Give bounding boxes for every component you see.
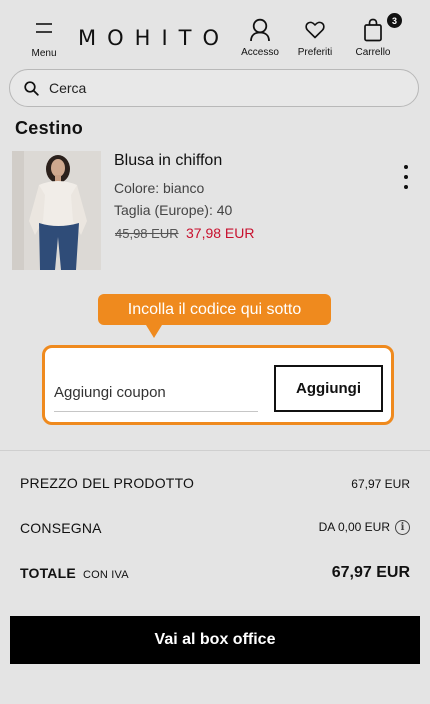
product-name[interactable]: Blusa in chiffon bbox=[114, 152, 222, 170]
apply-coupon-button[interactable]: Aggiungi bbox=[274, 365, 383, 412]
info-icon[interactable]: i bbox=[395, 520, 410, 536]
total-value: 67,97 EUR bbox=[331, 564, 410, 581]
more-vertical-icon[interactable] bbox=[398, 165, 414, 189]
user-icon bbox=[250, 18, 270, 42]
checkout-button[interactable]: Vai al box office bbox=[10, 616, 420, 664]
bag-icon bbox=[364, 18, 382, 42]
login-button[interactable]: Accesso bbox=[238, 18, 282, 58]
product-image[interactable] bbox=[12, 151, 101, 270]
product-price-value: 67,97 EUR bbox=[351, 477, 410, 491]
menu-label: Menu bbox=[31, 48, 57, 59]
total-vat-note: CON IVA bbox=[83, 569, 129, 581]
total-label: TOTALE bbox=[20, 565, 76, 581]
product-color: Colore: bianco bbox=[114, 180, 205, 196]
product-price-label: PREZZO DEL PRODOTTO bbox=[20, 475, 195, 491]
cart-label: Carrello bbox=[355, 47, 391, 58]
delivery-value: DA 0,00 EUR bbox=[318, 520, 390, 534]
search-icon bbox=[24, 80, 39, 96]
cart-count-badge: 3 bbox=[387, 13, 402, 28]
page-title: Cestino bbox=[15, 118, 84, 138]
delivery-label: CONSEGNA bbox=[20, 520, 102, 536]
heart-icon bbox=[305, 21, 325, 39]
menu-button[interactable]: Menu bbox=[30, 22, 58, 59]
total-label-group: TOTALE CON IVA bbox=[20, 565, 129, 581]
coupon-form: Aggiungi bbox=[42, 345, 394, 425]
product-photo bbox=[12, 151, 101, 270]
search-bar[interactable] bbox=[9, 69, 419, 107]
tooltip-arrow bbox=[146, 325, 162, 338]
delivery-row-value: DA 0,00 EUR i bbox=[318, 520, 410, 536]
product-size: Taglia (Europe): 40 bbox=[114, 202, 233, 218]
old-price: 45,98 EUR bbox=[115, 226, 179, 241]
favorites-label: Preferiti bbox=[297, 47, 333, 58]
favorites-button[interactable]: Preferiti bbox=[294, 21, 336, 58]
sale-price: 37,98 EUR bbox=[186, 225, 255, 241]
coupon-hint-tooltip: Incolla il codice qui sotto bbox=[98, 294, 331, 325]
login-label: Accesso bbox=[241, 47, 279, 58]
hamburger-icon bbox=[36, 23, 52, 33]
brand-logo[interactable]: MOHITO bbox=[78, 26, 230, 50]
coupon-input[interactable] bbox=[54, 368, 258, 412]
search-input[interactable] bbox=[49, 80, 369, 96]
divider bbox=[0, 450, 430, 451]
